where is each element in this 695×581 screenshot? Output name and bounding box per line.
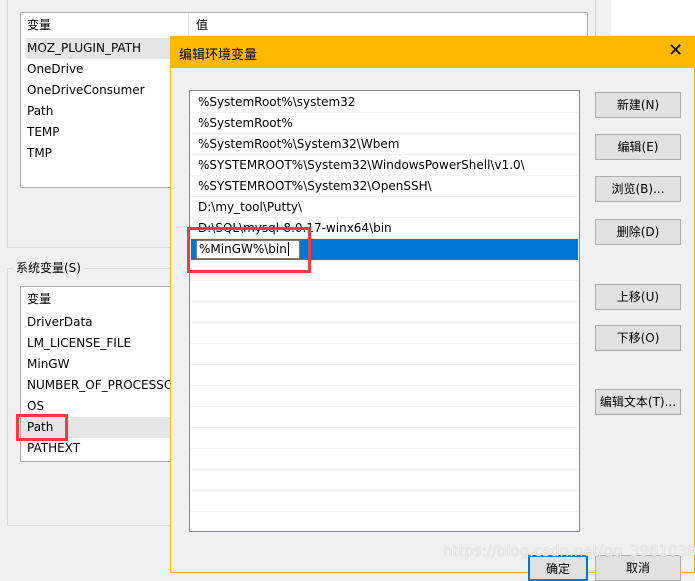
path-item[interactable]: %SYSTEMROOT%\System32\OpenSSH\ bbox=[191, 176, 578, 197]
new-button[interactable]: 新建(N) bbox=[595, 92, 681, 118]
list-item[interactable]: PATHEXT bbox=[27, 438, 80, 459]
edit-env-dialog: 编辑环境变量 ✕ %SystemRoot%\system32 %SystemRo… bbox=[170, 36, 695, 581]
list-item[interactable]: TMP bbox=[27, 143, 52, 164]
close-icon[interactable]: ✕ bbox=[668, 40, 683, 62]
watermark: https://blog.csdn.net/qq_39610398 bbox=[443, 542, 695, 560]
header-variable[interactable]: 变量 bbox=[27, 15, 51, 36]
delete-button[interactable]: 删除(D) bbox=[595, 219, 681, 245]
path-item[interactable]: D:\my_tool\Putty\ bbox=[191, 197, 578, 218]
header-variable[interactable]: 变量 bbox=[27, 289, 51, 310]
highlight-box bbox=[187, 227, 311, 273]
column-divider bbox=[188, 13, 189, 37]
move-down-button[interactable]: 下移(O) bbox=[595, 325, 681, 351]
highlight-box bbox=[16, 414, 68, 441]
dialog-title: 编辑环境变量 bbox=[179, 48, 258, 63]
list-item[interactable]: NUMBER_OF_PROCESSORS bbox=[27, 375, 179, 396]
list-item[interactable]: OneDriveConsumer bbox=[27, 80, 145, 101]
path-item[interactable]: %SystemRoot%\System32\Wbem bbox=[191, 134, 578, 155]
list-item[interactable]: MinGW bbox=[27, 354, 69, 375]
path-item[interactable]: %SystemRoot%\system32 bbox=[191, 92, 578, 113]
path-item[interactable]: %SYSTEMROOT%\System32\WindowsPowerShell\… bbox=[191, 155, 578, 176]
browse-button[interactable]: 浏览(B)... bbox=[595, 176, 681, 202]
system-vars-label: 系统变量(S) bbox=[13, 260, 84, 276]
edit-text-button[interactable]: 编辑文本(T)... bbox=[595, 389, 681, 415]
list-item[interactable]: MOZ_PLUGIN_PATH bbox=[27, 38, 141, 59]
list-item[interactable]: DriverData bbox=[27, 312, 93, 333]
list-item[interactable]: TEMP bbox=[27, 122, 60, 143]
path-list[interactable]: %SystemRoot%\system32 %SystemRoot% %Syst… bbox=[189, 90, 580, 532]
list-item[interactable]: Path bbox=[27, 101, 53, 122]
window-edge-white bbox=[611, 0, 695, 36]
list-item[interactable]: LM_LICENSE_FILE bbox=[27, 333, 131, 354]
header-value[interactable]: 值 bbox=[196, 15, 208, 36]
path-item[interactable]: %SystemRoot% bbox=[191, 113, 578, 134]
edit-button[interactable]: 编辑(E) bbox=[595, 134, 681, 160]
list-item[interactable]: OneDrive bbox=[27, 59, 83, 80]
move-up-button[interactable]: 上移(U) bbox=[595, 284, 681, 310]
title-bar: 编辑环境变量 ✕ bbox=[171, 37, 695, 68]
